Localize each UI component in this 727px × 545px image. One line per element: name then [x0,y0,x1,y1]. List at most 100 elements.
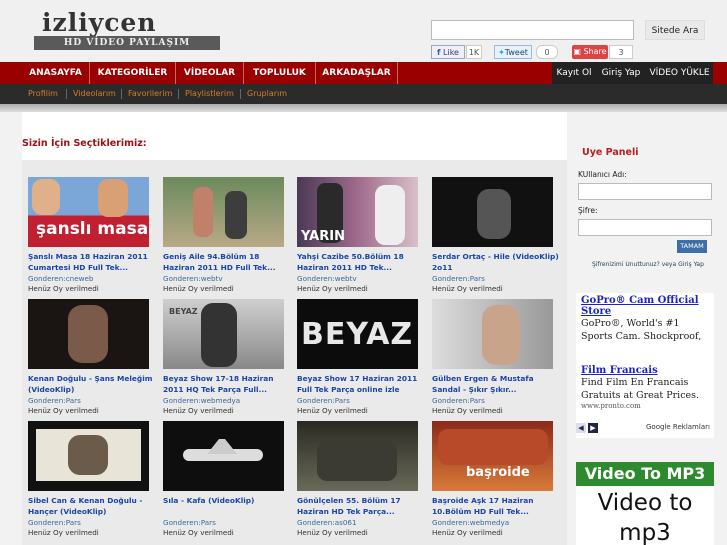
username-input[interactable] [578,183,712,200]
subnav-profilim[interactable]: Profilim [28,84,58,104]
password-input[interactable] [578,219,712,236]
thumbnail-car [317,441,397,481]
video-rating: Henüz Oy verilmedi [163,406,234,415]
video-thumbnail[interactable] [28,299,149,369]
mp3-banner-line2: mp3 [619,520,671,545]
share-label: Share [583,47,607,56]
nav-arkadaslar[interactable]: ARKADAŞLAR [316,62,398,84]
mp3-banner-title: Video To MP3 [576,462,714,486]
ad-2-title[interactable]: Film Francais [581,365,711,376]
thumbnail-person [375,185,405,245]
forgot-login-link[interactable]: Giriş Yap [678,261,704,268]
facebook-like-button[interactable]: f Like [431,45,465,59]
page: izliycen HD VİDEO PAYLAŞIM Sitede Ara f … [0,0,727,545]
nav-videolar[interactable]: VİDEOLAR [176,62,244,84]
google-ads: GoPro® Cam Official Store GoPro®, World'… [576,293,714,438]
video-sender: Gonderen:webtv [297,274,357,283]
video-title[interactable]: Geniş Aile 94.Bölüm 18 Haziran 2011 HD F… [163,251,293,273]
video-title[interactable]: Sibel Can & Kenan Doğulu - Hançer (Video… [28,495,158,517]
video-title[interactable]: Gülben Ergen & Mustafa Sandal - Şıkır Şı… [432,373,562,395]
video-sender: Gonderen:Pars [432,274,485,283]
forgot-line: Şifrenizimi Unuttunuz? veya Giriş Yap [592,261,704,268]
forgot-or: veya [661,261,677,268]
nav-upload-video[interactable]: VİDEO YÜKLE [646,62,713,84]
site-logo[interactable]: izliycen HD VİDEO PAYLAŞIM [34,8,220,54]
thumbnail-caption: başroide [466,465,530,480]
video-title[interactable]: Sıla - Kafa (VideoKlip) [163,495,293,506]
video-thumbnail[interactable]: YARIN [297,177,418,247]
thumbnail-caption: YARIN [301,229,345,244]
video-thumbnail[interactable] [297,421,418,491]
video-thumbnail[interactable]: BEYAZ [297,299,418,369]
video-thumbnail[interactable]: BEYAZ [163,299,284,369]
nav-topluluk[interactable]: TOPLULUK [244,62,316,84]
video-thumbnail[interactable]: şanslı masa [28,177,149,247]
ad-1[interactable]: GoPro® Cam Official Store GoPro®, World'… [581,295,711,343]
ad-1-text: GoPro®, World's #1 Sports Cam. Shockproo… [581,318,702,342]
video-rating: Henüz Oy verilmedi [163,528,234,537]
video-rating: Henüz Oy verilmedi [432,528,503,537]
video-title[interactable]: Beyaz Show 17-18 Haziran 2011 HQ Tek Par… [163,373,293,395]
share-button[interactable]: ▣ Share [572,45,608,59]
video-title[interactable]: Kenan Doğulu - Şans Meleğim (VideoKlip) [28,373,158,395]
subnav-divider [66,89,67,99]
video-thumbnail[interactable] [28,421,149,491]
video-thumbnail[interactable] [163,177,284,247]
nav-anasayfa[interactable]: ANASAYFA [22,62,90,84]
subnav-gruplarim[interactable]: Gruplarım [247,84,287,104]
main-nav: ANASAYFA KATEGORİLER VİDEOLAR TOPLULUK A… [0,62,727,84]
header-shadow-band [0,104,727,112]
ad-next-icon[interactable]: ▶ [588,423,598,433]
video-sender: Gonderen:as061 [297,518,357,527]
share-count: 3 [609,45,633,59]
video-title[interactable]: Başroide Aşk 17 Haziran 10.Bölüm HD Full… [432,495,562,517]
thumbnail-people [438,429,548,465]
video-rating: Henüz Oy verilmedi [28,284,99,293]
video-title[interactable]: Beyaz Show 17 Haziran 2011 Full Tek Parç… [297,373,427,395]
subnav-videolarim[interactable]: Videolarım [73,84,116,104]
ad-2[interactable]: Film Francais Find Film En Francais Grat… [581,365,711,410]
nav-login[interactable]: Giriş Yap [596,62,646,84]
subnav-divider [240,89,241,99]
search-button[interactable]: Sitede Ara [645,20,705,40]
video-title[interactable]: Gönülçelen 55. Bölüm 17 Haziran HD Tek P… [297,495,427,517]
search-input[interactable] [431,20,634,40]
video-title[interactable]: Yahşi Cazibe 50.Bölüm 18 Haziran 2011 HD… [297,251,427,273]
mp3-banner-line1: Video to [597,490,693,516]
panel-title: Uye Paneli [582,147,639,158]
thumbnail-person [225,191,247,239]
ad-1-title[interactable]: GoPro® Cam Official Store [581,295,711,317]
thumbnail-caption: BEYAZ [301,317,414,352]
subnav-favorilerim[interactable]: Favorilerim [128,84,172,104]
nav-register[interactable]: Kayıt Ol [552,62,596,84]
subnav-playlistlerim[interactable]: Playlistlerim [185,84,234,104]
like-count: 1K [466,45,482,59]
video-rating: Henüz Oy verilmedi [28,528,99,537]
tweet-button[interactable]: ✦Tweet [494,45,532,59]
video-sender: Gonderen:webmedya [163,396,241,405]
nav-kategoriler[interactable]: KATEGORİLER [90,62,176,84]
video-to-mp3-banner[interactable]: Video To MP3 Video to mp3 [576,462,714,545]
login-submit-button[interactable]: TAMAM [677,240,707,253]
thumbnail-person [193,187,213,237]
video-thumbnail[interactable] [163,421,284,491]
video-thumbnail[interactable] [432,177,553,247]
google-ads-label[interactable]: Google Reklamları [646,423,710,431]
thumbnail-person [68,435,108,475]
video-rating: Henüz Oy verilmedi [163,284,234,293]
video-title[interactable]: Şanslı Masa 18 Haziran 2011 Cumartesi HD… [28,251,158,273]
thumbnail-person [98,179,128,217]
video-sender: Gonderen:Pars [28,396,81,405]
video-rating: Henüz Oy verilmedi [432,406,503,415]
video-sender: Gonderen:Pars [163,518,216,527]
video-thumbnail[interactable] [432,299,553,369]
video-sender: Gonderen:webtv [163,274,223,283]
forgot-password-link[interactable]: Şifrenizimi Unuttunuz? [592,261,660,268]
video-rating: Henüz Oy verilmedi [297,284,368,293]
ad-prev-icon[interactable]: ◀ [576,423,586,433]
video-thumbnail[interactable]: başroide [432,421,553,491]
thumbnail-caption: şanslı masa [36,219,149,239]
video-sender: Gonderen:cneweb [28,274,94,283]
video-title[interactable]: Serdar Ortaç - Hile (VideoKlip) 2o11 [432,251,562,273]
video-sender: Gonderen:Pars [297,396,350,405]
